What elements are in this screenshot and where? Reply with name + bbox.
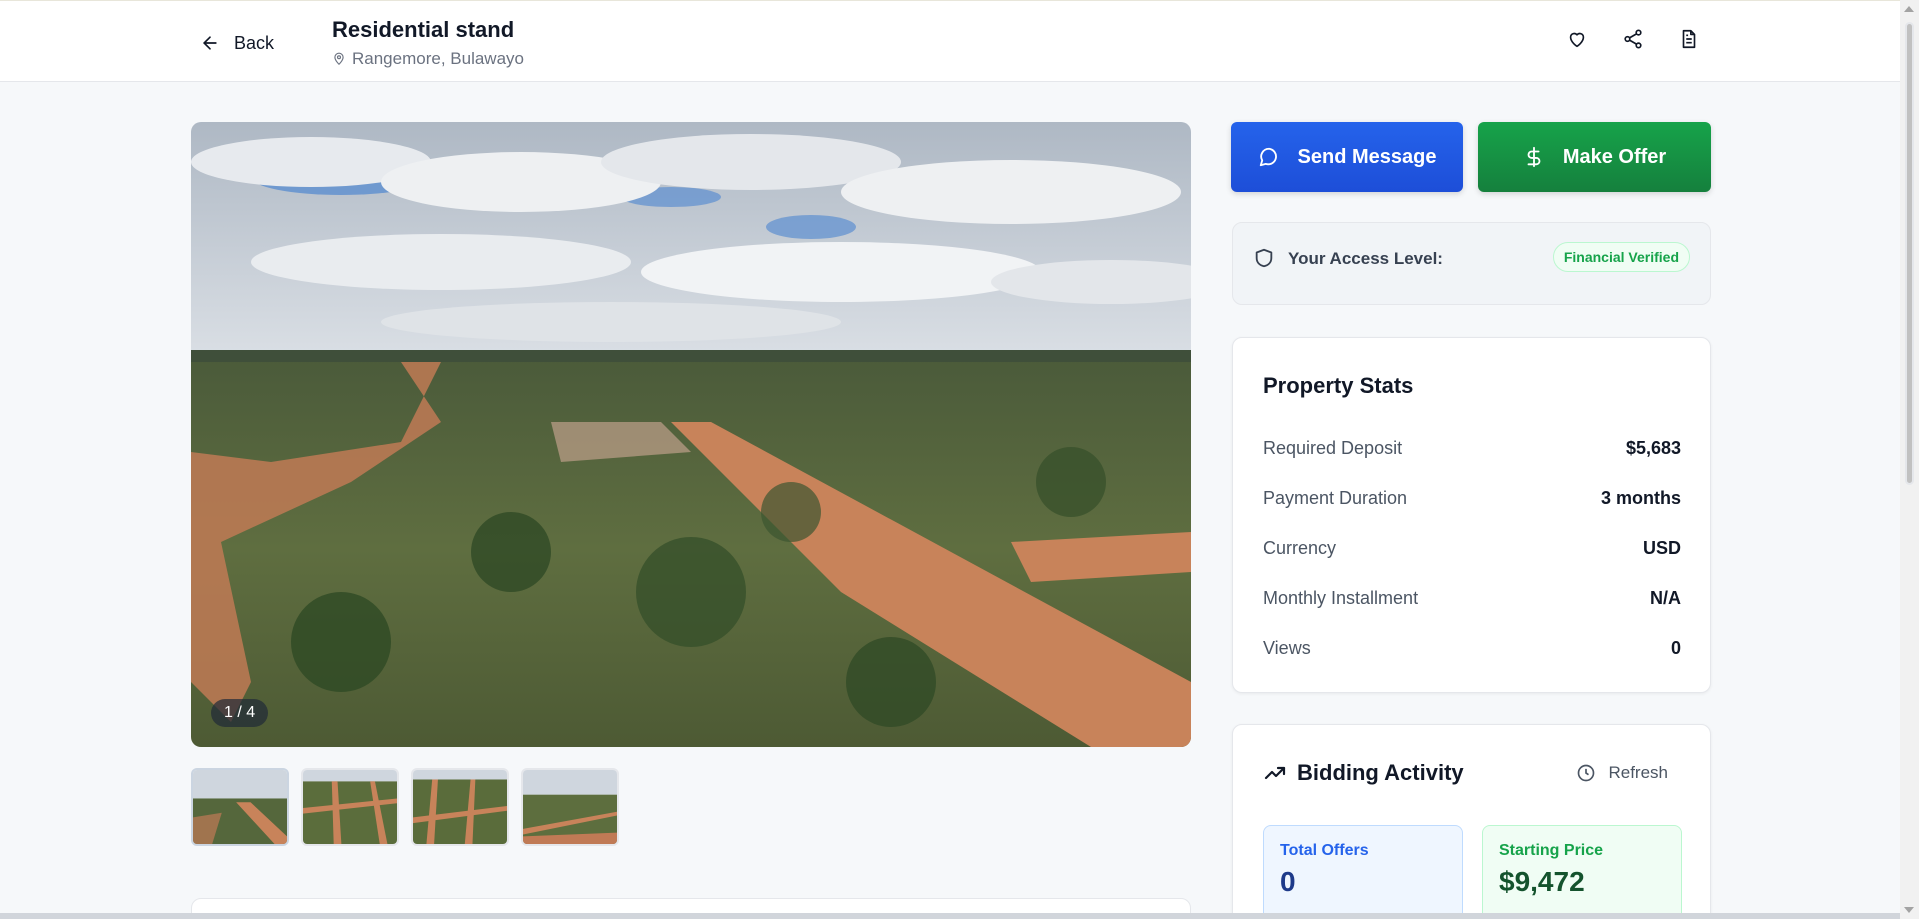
total-offers-value: 0 <box>1280 866 1296 897</box>
stat-label: Views <box>1263 638 1311 658</box>
stat-value: $5,683 <box>1625 438 1681 458</box>
thumbnail-4[interactable] <box>521 768 619 846</box>
image-counter: 1 / 4 <box>211 699 269 727</box>
clock-icon <box>1578 764 1595 782</box>
stat-row-currency: Currency USD <box>1263 538 1681 559</box>
starting-price-label: Starting Price <box>1499 842 1604 859</box>
heart-icon[interactable] <box>1566 28 1588 50</box>
make-offer-button[interactable]: Make Offer <box>1478 122 1711 192</box>
stat-value: N/A <box>1650 588 1681 608</box>
stat-value: 3 months <box>1600 488 1681 508</box>
title-block: Residential stand Rangemore, Bulawayo <box>332 17 524 69</box>
horizontal-scrollbar[interactable] <box>0 913 1900 919</box>
scroll-down-arrow-icon[interactable] <box>1904 907 1914 913</box>
starting-price-value: $9,472 <box>1499 866 1585 897</box>
main-property-image[interactable]: 1 / 4 <box>191 122 1191 747</box>
shield-icon <box>1255 248 1273 268</box>
access-level-label: Your Access Level: <box>1288 249 1443 268</box>
thumbnail-image <box>523 770 617 844</box>
trending-up-icon <box>1264 766 1286 780</box>
total-offers-label: Total Offers <box>1280 842 1369 859</box>
message-icon <box>1259 147 1277 167</box>
back-button[interactable]: Back <box>200 29 274 57</box>
page-title: Residential stand <box>332 17 515 42</box>
stat-value: 0 <box>1670 638 1681 658</box>
thumbnail-3[interactable] <box>411 768 509 846</box>
thumbnail-1[interactable] <box>191 768 289 846</box>
stat-label: Payment Duration <box>1263 488 1408 508</box>
vertical-scrollbar[interactable] <box>1900 0 1919 919</box>
property-stats-card: Property Stats Required Deposit $5,683 P… <box>1232 337 1711 693</box>
share-icon[interactable] <box>1622 28 1644 50</box>
stat-label: Required Deposit <box>1263 438 1403 458</box>
thumbnail-image <box>303 770 397 844</box>
starting-price-box: Starting Price $9,472 <box>1482 825 1682 919</box>
send-message-label: Send Message <box>1297 145 1437 168</box>
back-label: Back <box>234 32 275 53</box>
header-actions <box>1566 28 1700 50</box>
stat-label: Currency <box>1263 538 1337 558</box>
bidding-activity-title: Bidding Activity <box>1297 760 1464 785</box>
map-pin-icon <box>334 52 344 66</box>
refresh-button[interactable]: Refresh <box>1576 763 1668 783</box>
landscape-photo <box>191 122 1191 747</box>
dollar-icon <box>1527 146 1541 168</box>
access-level-badge: Financial Verified <box>1552 242 1690 272</box>
location: Rangemore, Bulawayo <box>332 49 524 69</box>
make-offer-label: Make Offer <box>1562 145 1667 168</box>
stat-row-views: Views 0 <box>1263 638 1681 659</box>
stat-label: Monthly Installment <box>1263 588 1419 608</box>
thumbnail-image <box>413 770 507 844</box>
access-level-card: Your Access Level: Financial Verified <box>1232 222 1711 305</box>
scroll-up-arrow-icon[interactable] <box>1904 6 1914 12</box>
document-icon[interactable] <box>1678 28 1700 50</box>
location-text: Rangemore, Bulawayo <box>352 49 524 68</box>
thumbnail-2[interactable] <box>301 768 399 846</box>
refresh-label: Refresh <box>1608 763 1668 782</box>
thumbnail-image <box>193 770 287 844</box>
total-offers-box: Total Offers 0 <box>1263 825 1463 919</box>
arrow-left-icon <box>203 36 217 50</box>
scrollbar-thumb[interactable] <box>1905 22 1914 485</box>
stat-row-required-deposit: Required Deposit $5,683 <box>1263 438 1681 459</box>
bidding-activity-card: Bidding Activity Refresh Total Offers 0 … <box>1232 724 1711 919</box>
property-stats-title: Property Stats <box>1263 373 1414 398</box>
stat-value: USD <box>1642 538 1681 558</box>
stat-row-payment-duration: Payment Duration 3 months <box>1263 488 1681 509</box>
bidding-activity-header: Bidding Activity <box>1263 760 1464 786</box>
stat-row-monthly-installment: Monthly Installment N/A <box>1263 588 1681 609</box>
top-bar: Back Residential stand Rangemore, Bulawa… <box>0 0 1900 82</box>
send-message-button[interactable]: Send Message <box>1231 122 1463 192</box>
thumbnail-strip <box>191 768 619 846</box>
